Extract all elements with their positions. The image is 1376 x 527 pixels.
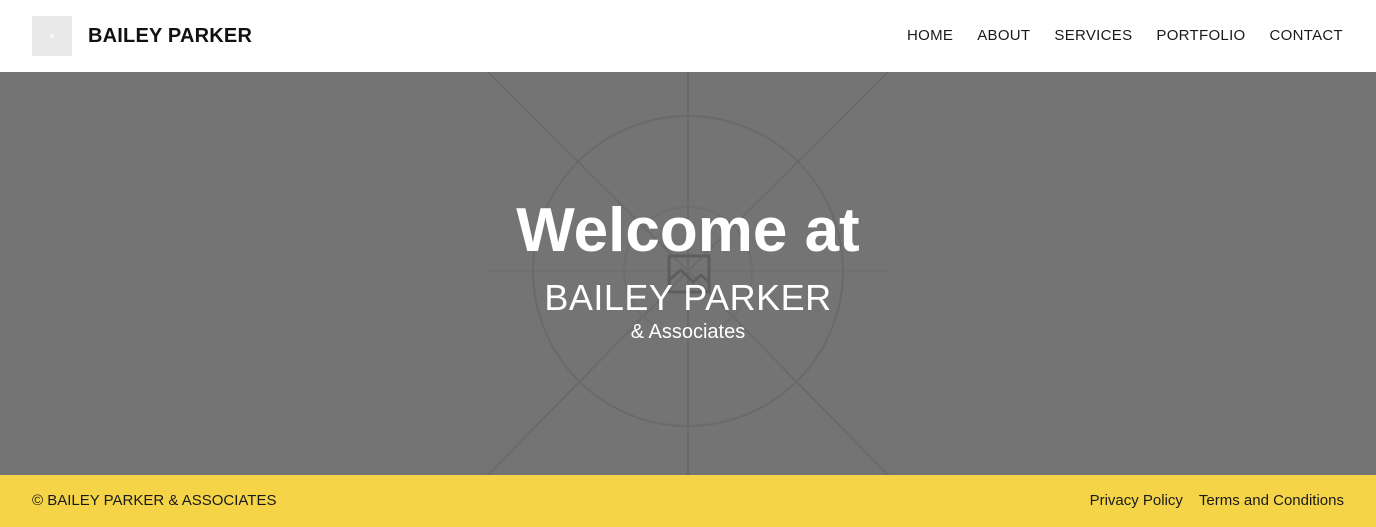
nav-item-about[interactable]: ABOUT [977, 26, 1030, 46]
hero-tagline: & Associates [630, 321, 746, 343]
brand-name[interactable]: BAILEY PARKER [88, 24, 252, 48]
privacy-policy-link[interactable]: Privacy Policy [1090, 492, 1183, 510]
nav-item-home[interactable]: HOME [907, 26, 953, 46]
hero-text: Welcome at BAILEY PARKER & Associates [0, 72, 1376, 475]
site-header: BAILEY PARKER HOME ABOUT SERVICES PORTFO… [0, 0, 1376, 72]
hero-section: Welcome at BAILEY PARKER & Associates [0, 72, 1376, 475]
copyright-text: © BAILEY PARKER & ASSOCIATES [32, 492, 277, 509]
nav-item-services[interactable]: SERVICES [1054, 26, 1132, 46]
footer-links: Privacy Policy Terms and Conditions [1090, 492, 1344, 510]
hero-title: Welcome at [516, 196, 860, 265]
nav-item-portfolio[interactable]: PORTFOLIO [1156, 26, 1245, 46]
logo-image-placeholder[interactable] [32, 16, 72, 56]
terms-and-conditions-link[interactable]: Terms and Conditions [1199, 492, 1344, 510]
hero-subtitle: BAILEY PARKER [544, 277, 832, 318]
nav-item-contact[interactable]: CONTACT [1270, 26, 1343, 46]
main-navigation: HOME ABOUT SERVICES PORTFOLIO CONTACT [907, 26, 1343, 46]
image-placeholder-icon [50, 34, 54, 38]
site-footer: © BAILEY PARKER & ASSOCIATES Privacy Pol… [0, 475, 1376, 527]
